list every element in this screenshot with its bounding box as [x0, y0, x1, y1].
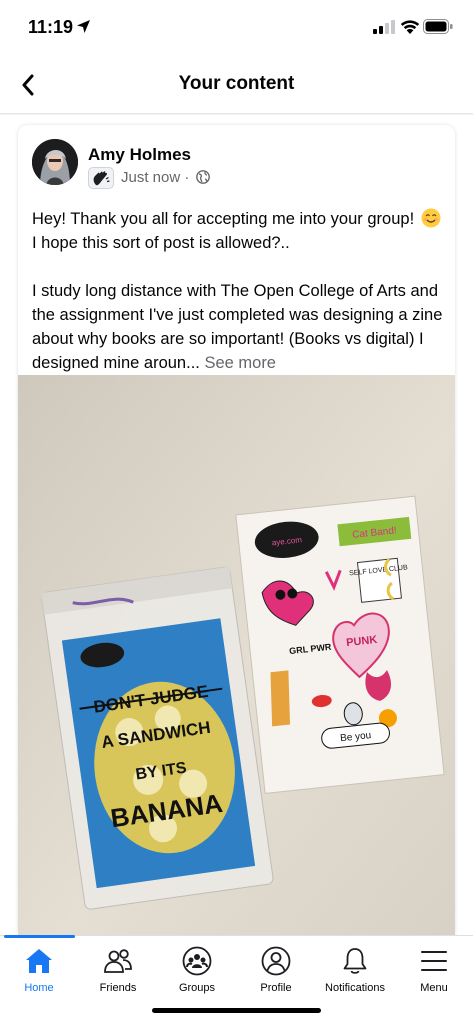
- post-text-segment: I hope this sort of post is allowed?..: [32, 234, 290, 252]
- content-area: Amy Holmes Just now · Hey! Thank you all…: [0, 115, 473, 935]
- page-title: Your content: [178, 73, 295, 94]
- tab-label: Groups: [178, 982, 216, 994]
- tab-notifications[interactable]: Notifications: [316, 936, 394, 998]
- post-body: Hey! Thank you all for accepting me into…: [32, 207, 444, 399]
- friends-icon: [104, 949, 132, 973]
- member-badge: [88, 167, 114, 189]
- status-bar: 11:19: [0, 0, 473, 56]
- tab-groups[interactable]: Groups: [158, 936, 236, 998]
- post-paragraph: I study long distance with The Open Coll…: [32, 279, 444, 375]
- tab-label: Notifications: [325, 982, 385, 994]
- post-card: Amy Holmes Just now · Hey! Thank you all…: [18, 125, 455, 935]
- groups-icon: [182, 946, 212, 976]
- cellular-signal-icon: [373, 20, 395, 34]
- author-name[interactable]: Amy Holmes: [88, 145, 191, 165]
- location-arrow-icon: [77, 20, 90, 33]
- wifi-icon: [400, 20, 420, 34]
- post-text-segment: Hey! Thank you all for accepting me into…: [32, 210, 419, 228]
- see-more-link[interactable]: See more: [204, 354, 276, 372]
- avatar[interactable]: [32, 139, 78, 185]
- profile-icon: [261, 946, 291, 976]
- tab-profile[interactable]: Profile: [237, 936, 315, 998]
- page-header: Your content: [0, 56, 473, 114]
- tab-home[interactable]: Home: [0, 936, 78, 998]
- home-icon: [26, 949, 52, 973]
- menu-icon: [421, 951, 447, 971]
- bell-icon: [343, 948, 367, 974]
- waving-hand-icon: [93, 171, 110, 186]
- tab-label: Friends: [99, 982, 137, 994]
- tab-label: Profile: [260, 982, 292, 994]
- avatar-image: [32, 139, 78, 185]
- post-photo[interactable]: aye.com Cat Band! SELF LOVE CLUB PUNK GR…: [18, 375, 455, 935]
- post-timestamp[interactable]: Just now ·: [121, 169, 189, 186]
- tab-menu[interactable]: Menu: [395, 936, 473, 998]
- home-indicator[interactable]: [152, 1008, 321, 1013]
- tab-label: Home: [24, 982, 54, 994]
- tab-friends[interactable]: Friends: [79, 936, 157, 998]
- post-paragraph: Hey! Thank you all for accepting me into…: [32, 207, 444, 255]
- zine-photo: aye.com Cat Band! SELF LOVE CLUB PUNK GR…: [18, 375, 455, 935]
- smiling-face-icon: [421, 208, 441, 228]
- globe-icon: [196, 170, 210, 184]
- status-time: 11:19: [28, 17, 74, 37]
- tab-label: Menu: [420, 982, 448, 994]
- battery-icon: [423, 19, 453, 34]
